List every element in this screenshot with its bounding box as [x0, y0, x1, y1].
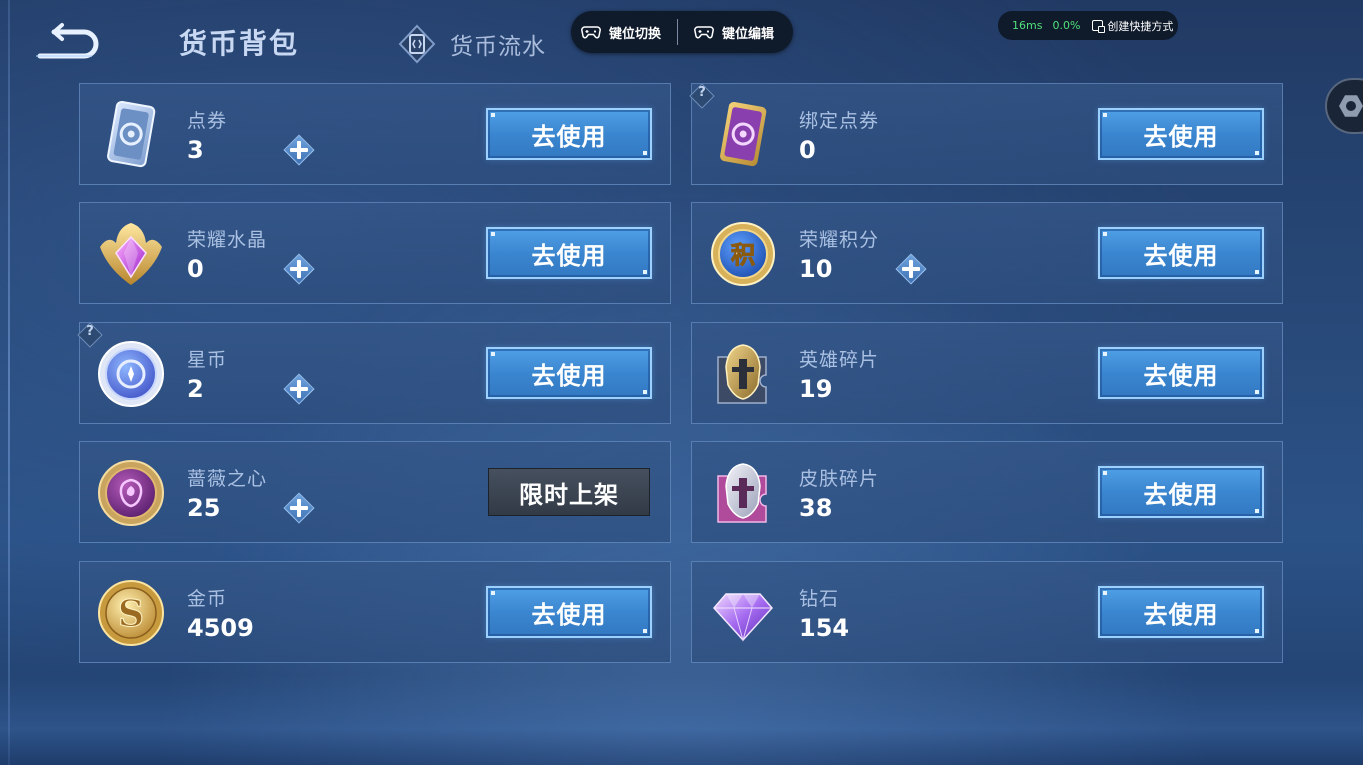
currency-card-hero-fragment: 英雄碎片 19 去使用 [691, 322, 1283, 424]
currency-amount: 10 [799, 255, 833, 283]
use-button[interactable]: 去使用 [1098, 347, 1264, 399]
currency-card-diamond: 钻石 154 去使用 [691, 561, 1283, 663]
performance-status-bar: 16ms 0.0% 创建快捷方式 [998, 11, 1178, 40]
create-shortcut-label: 创建快捷方式 [1107, 19, 1174, 33]
bound-ticket-icon [720, 101, 767, 167]
currency-card-bound-ticket: ? 绑定点券 0 去使用 [689, 83, 1283, 185]
tab-currency-flow-label: 货币流水 [450, 34, 546, 60]
side-menu-toggle[interactable] [1325, 78, 1363, 134]
currency-amount: 154 [799, 614, 850, 642]
ticket-icon [107, 100, 156, 168]
key-edit-label: 键位编辑 [722, 26, 775, 42]
use-button[interactable]: 去使用 [1098, 586, 1264, 638]
currency-card-glory-points: 积 荣耀积分 10 去使用 [691, 202, 1283, 304]
key-bar-divider [677, 19, 679, 45]
currency-name: 荣耀水晶 [187, 229, 268, 251]
use-button[interactable]: 去使用 [486, 347, 652, 399]
currency-name: 皮肤碎片 [799, 468, 880, 490]
gamepad-icon [694, 26, 714, 39]
hero-fragment-icon [717, 344, 767, 404]
currency-flow-icon [398, 24, 436, 64]
key-mapping-bar: 键位切换 键位编辑 [571, 11, 793, 53]
currency-amount: 3 [187, 136, 204, 164]
bottom-glow [0, 675, 1363, 765]
currency-amount: 0 [187, 255, 204, 283]
limited-time-button[interactable]: 限时上架 [488, 468, 650, 516]
gold-coin-glyph: S [118, 593, 144, 635]
currency-card-skin-fragment: 皮肤碎片 38 去使用 [691, 441, 1283, 543]
create-shortcut-button[interactable]: 创建快捷方式 [1092, 18, 1173, 34]
currency-name: 绑定点券 [799, 110, 880, 132]
back-arrow-icon [36, 23, 99, 59]
skin-fragment-icon [717, 463, 767, 523]
gamepad-icon [581, 26, 601, 39]
currency-name: 金币 [187, 588, 228, 610]
add-currency-button[interactable] [283, 492, 315, 524]
frame-edge [8, 0, 10, 765]
gold-coin-icon: S [98, 580, 164, 646]
currency-card-star-coin: ? 星币 2 去使用 [77, 322, 671, 424]
currency-card-rose-heart: 蔷薇之心 25 限时上架 [79, 441, 671, 543]
add-currency-button[interactable] [895, 253, 927, 285]
currency-card-glory-crystal: 荣耀水晶 0 去使用 [79, 202, 671, 304]
currency-amount: 4509 [187, 614, 254, 642]
hexagon-icon [1339, 95, 1363, 117]
currency-name: 钻石 [799, 588, 840, 610]
latency-readout: 16ms [1012, 19, 1043, 32]
page-title: 货币背包 [179, 27, 300, 60]
currency-name: 蔷薇之心 [187, 468, 268, 490]
currency-name: 星币 [187, 349, 228, 371]
currency-name: 英雄碎片 [799, 349, 880, 371]
glory-points-glyph: 积 [731, 241, 755, 269]
key-switch-label: 键位切换 [609, 26, 662, 42]
use-button[interactable]: 去使用 [486, 108, 652, 160]
back-button[interactable] [32, 22, 104, 60]
diamond-icon [713, 593, 773, 642]
key-edit-button[interactable]: 键位编辑 [684, 23, 784, 42]
use-button[interactable]: 去使用 [486, 586, 652, 638]
currency-card-ticket: 点券 3 去使用 [79, 83, 671, 185]
key-switch-button[interactable]: 键位切换 [571, 23, 671, 42]
rose-heart-icon [98, 460, 164, 526]
currency-amount: 2 [187, 375, 204, 403]
add-currency-button[interactable] [283, 253, 315, 285]
currency-name: 荣耀积分 [799, 229, 880, 251]
currency-amount: 0 [799, 136, 816, 164]
packet-loss-readout: 0.0% [1052, 19, 1081, 32]
use-button[interactable]: 去使用 [486, 227, 652, 279]
add-currency-button[interactable] [283, 134, 315, 166]
use-button[interactable]: 去使用 [1098, 466, 1264, 518]
currency-name: 点券 [187, 110, 228, 132]
shortcut-icon [1092, 20, 1106, 33]
glory-points-icon: 积 [711, 222, 775, 286]
star-coin-icon [98, 341, 164, 407]
currency-amount: 19 [799, 375, 833, 403]
use-button[interactable]: 去使用 [1098, 227, 1264, 279]
currency-card-gold-coin: S 金币 4509 去使用 [79, 561, 671, 663]
tab-currency-flow[interactable]: 货币流水 [398, 22, 546, 66]
use-button[interactable]: 去使用 [1098, 108, 1264, 160]
add-currency-button[interactable] [283, 373, 315, 405]
glory-crystal-icon [100, 223, 162, 285]
currency-amount: 38 [799, 494, 833, 522]
currency-amount: 25 [187, 494, 221, 522]
